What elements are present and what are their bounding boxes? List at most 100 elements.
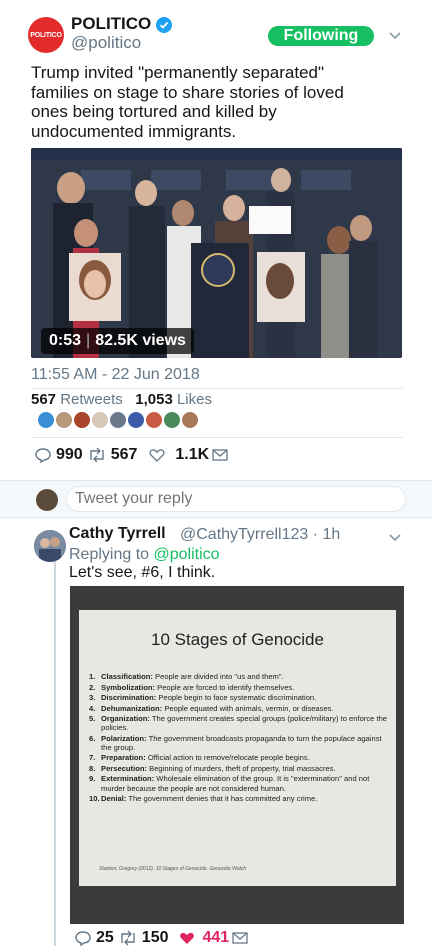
liker-avatar [146,412,162,428]
direct-message-icon[interactable] [211,447,229,463]
liker-avatar [38,412,54,428]
stage-term: Symbolization: [101,682,156,692]
stage-item: 7. Preparation: Official action to remove… [89,753,389,762]
attached-image[interactable]: 10 Stages of Genocide 1. Classification: … [70,586,404,924]
stage-number: 10. [89,794,100,804]
divider [31,388,403,389]
engagement-stats: 567 Retweets 1,053 Likes [31,391,212,408]
heart-icon [149,449,165,462]
liker-avatar [110,412,126,428]
video-thumbnail [31,148,402,358]
handle[interactable]: @politico [71,33,141,53]
stage-term: Polarization: [101,733,147,743]
likes-stat[interactable]: 1,053 Likes [135,391,212,408]
reply-button[interactable]: 25 [74,929,114,946]
chevron-down-icon[interactable] [388,31,402,41]
retweet-icon [121,930,135,946]
likers-avatars[interactable] [38,412,198,430]
liker-avatar [182,412,198,428]
stage-term: Extermination: [101,774,155,784]
stage-term: Dehumanization: [101,703,163,713]
slide-title: 10 Stages of Genocide [151,630,324,649]
stages-list: 1. Classification: People are divided int… [89,672,389,805]
reply-display-name[interactable]: Cathy Tyrrell [69,525,166,543]
reply-icon [35,448,51,464]
tweet-text: Trump invited "permanently separated" fa… [31,63,344,141]
avatar-photo [34,530,66,562]
retweets-stat[interactable]: 567 Retweets [31,391,123,408]
liker-avatar [164,412,180,428]
retweet-button[interactable]: 150 [118,929,169,946]
liker-avatar [128,412,144,428]
stage-number: 1. [89,672,96,681]
video-player[interactable]: 0:53 | 82.5K views [31,148,402,358]
stage-number: 2. [89,682,96,692]
stage-description: People are forced to identify themselves… [157,682,295,692]
stage-item: 9. Extermination: Wholesale elimination o… [89,774,389,792]
main-tweet: POLITICO POLITICO @politico Following Tr… [0,0,432,480]
stage-description: People equated with animals, vermin, or … [164,703,334,713]
like-button[interactable]: 441 [179,929,229,946]
stage-item: 6. Polarization: The government broadcast… [89,734,389,752]
liker-avatar [92,412,108,428]
reply-button[interactable]: 990 [34,446,83,464]
stage-term: Discrimination: [101,693,157,702]
stage-term: Denial: [101,794,127,804]
stage-description: People are divided into "us and them". [155,672,284,681]
retweet-icon [90,447,104,463]
reply-handle-time[interactable]: @CathyTyrrell123 · 1h [180,526,340,544]
timestamp[interactable]: 11:55 AM - 22 Jun 2018 [31,366,200,384]
stage-description: Official action to remove/relocate peopl… [147,753,310,763]
thread-line [54,560,56,946]
stage-item: 2. Symbolization: People are forced to id… [89,683,389,692]
slide: 10 Stages of Genocide 1. Classification: … [79,610,396,886]
stage-number: 6. [89,733,96,743]
stage-description: Beginning of murders, theft of property,… [149,763,336,773]
video-views: 82.5K views [95,332,186,349]
liker-avatar [74,412,90,428]
avatar[interactable]: POLITICO [28,17,64,53]
stage-term: Classification: [101,672,153,681]
reply-text: Let's see, #6, I think. [69,564,216,581]
chevron-down-icon[interactable] [388,533,402,543]
stage-item: 10. Denial: The government denies that it… [89,794,389,803]
divider [31,437,403,438]
stage-term: Organization: [101,714,150,723]
stage-number: 8. [89,763,96,773]
avatar-label: POLITICO [30,31,62,39]
like-button[interactable]: 1.1K [149,446,209,464]
stage-number: 9. [89,774,96,784]
replying-to-link[interactable]: @politico [154,546,220,563]
slide-source: Stanton, Gregory (2012). 10 Stages of Ge… [99,866,247,872]
stage-description: People begin to face systematic discrimi… [158,693,317,702]
stage-number: 3. [89,693,96,702]
retweet-button[interactable]: 567 [87,446,137,464]
direct-message-icon[interactable] [231,930,249,946]
video-duration: 0:53 [49,332,82,349]
heart-icon [179,932,194,944]
reply-tweet-actions: 25 150 441 [74,929,249,946]
tweet-actions: 990 567 1.1K [34,445,229,465]
stage-term: Preparation: [101,753,146,763]
reply-icon [75,931,91,946]
verified-badge-icon [156,17,172,33]
reply-avatar[interactable] [34,530,66,562]
my-avatar [36,489,58,511]
reply-input[interactable] [66,486,406,512]
stage-item: 3. Discrimination: People begin to face s… [89,693,389,702]
stage-number: 5. [89,714,96,723]
video-stats-badge: 0:53 | 82.5K views [41,328,194,354]
liker-avatar [56,412,72,428]
stage-number: 7. [89,753,96,763]
replying-to: Replying to @politico [69,546,220,563]
stage-item: 1. Classification: People are divided int… [89,672,389,681]
stage-number: 4. [89,703,96,713]
stage-description: The government denies that it has commit… [128,794,318,804]
stage-item: 8. Persecution: Beginning of murders, the… [89,764,389,773]
reply-composer [0,480,432,518]
stage-item: 4. Dehumanization: People equated with an… [89,704,389,713]
following-button[interactable]: Following [268,26,374,46]
stage-item: 5. Organization: The government creates s… [89,714,389,732]
stage-term: Persecution: [101,763,147,773]
display-name[interactable]: POLITICO [71,14,151,34]
